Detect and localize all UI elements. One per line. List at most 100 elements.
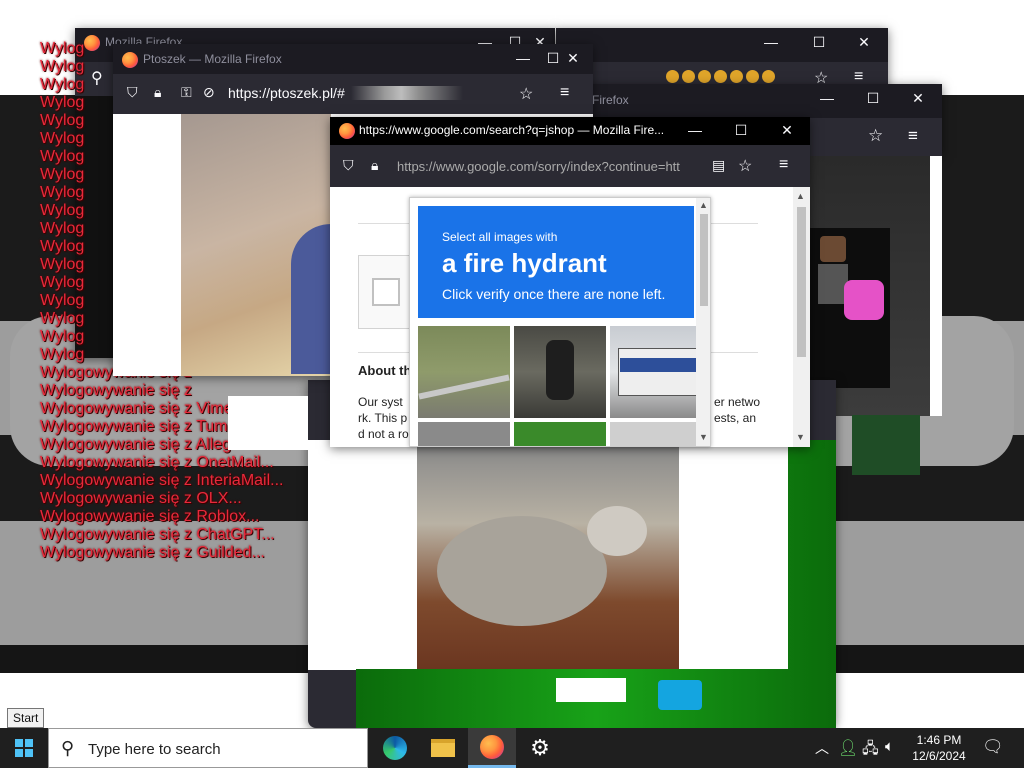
video-thumbnail[interactable] [181, 114, 351, 376]
minimize-icon[interactable]: — [756, 28, 786, 56]
character-head [820, 236, 846, 262]
taskbar-search-box[interactable]: ⚲ Type here to search [48, 728, 368, 768]
scrollbar-thumb[interactable] [797, 207, 806, 357]
logout-line: Wylogowywanie się z Guilded... [40, 544, 265, 561]
logout-line: Wylog [40, 328, 85, 345]
shield-icon[interactable]: ⛉ [343, 157, 354, 174]
settings-gear-icon[interactable]: ⚙ [516, 728, 564, 768]
firefox-logo-icon [339, 123, 355, 139]
logout-line: Wylog [40, 274, 85, 291]
close-icon[interactable]: ✕ [903, 84, 933, 112]
menu-icon[interactable]: ≡ [908, 126, 918, 146]
blue-button[interactable] [658, 680, 702, 710]
close-icon[interactable]: ✕ [558, 44, 588, 72]
captcha-challenge-popup[interactable]: Select all images with a fire hydrant Cl… [409, 197, 711, 447]
edge-icon[interactable] [371, 728, 419, 768]
url-text[interactable]: https://ptoszek.pl/# [228, 85, 345, 101]
minimize-icon[interactable]: — [508, 44, 538, 72]
page-scrollbar[interactable]: ▲ ▼ [793, 187, 810, 447]
permissions-icon[interactable]: ⚿ [181, 84, 192, 101]
volume-icon[interactable]: 🔈︎ [885, 738, 894, 755]
windows-logo-icon [15, 739, 33, 757]
maximize-icon[interactable]: ☐ [804, 28, 834, 56]
logout-line: Wylogowywanie się z [40, 382, 192, 399]
autoplay-blocked-icon[interactable]: ⊘ [203, 84, 215, 101]
logout-line: Wylog [40, 166, 85, 183]
clock-time: 1:46 PM [916, 733, 962, 747]
scroll-up-icon[interactable]: ▲ [796, 191, 805, 201]
recaptcha-box [358, 255, 416, 329]
menu-icon[interactable]: ≡ [560, 84, 569, 102]
folder-shape [431, 739, 455, 757]
firefox-logo-icon [122, 52, 138, 68]
bird-video[interactable] [417, 446, 679, 669]
start-tooltip: Start [7, 708, 45, 728]
menu-icon[interactable]: ≡ [779, 156, 788, 174]
logout-line: Wylog [40, 310, 85, 327]
minimize-icon[interactable]: — [680, 117, 710, 143]
bookmark-star-icon[interactable]: ☆ [868, 126, 883, 146]
about-text-line: rk. This p [358, 411, 408, 425]
scroll-up-icon[interactable]: ▲ [699, 200, 708, 210]
scrollbar-thumb[interactable] [700, 214, 708, 306]
logout-line: Wylog [40, 94, 85, 111]
logout-line: Wylogowywanie się z InteriaMail... [40, 472, 284, 489]
captcha-tile[interactable] [514, 326, 606, 418]
white-panel [228, 396, 308, 450]
logout-line: Wylog [40, 112, 85, 129]
maximize-icon[interactable]: ☐ [858, 84, 888, 112]
people-icon[interactable]: 👤︎ [838, 738, 858, 758]
about-text-line: d not a ro [358, 427, 409, 441]
file-explorer-icon[interactable] [419, 728, 467, 768]
captcha-tile[interactable] [610, 326, 702, 418]
close-icon[interactable]: ✕ [772, 117, 802, 143]
logout-line: Wylogowywanie się z Tum [40, 418, 228, 435]
about-heading: About th [358, 363, 412, 378]
logout-line: Wylogowywanie się z OnetMail... [40, 454, 274, 471]
scroll-down-icon[interactable]: ▼ [796, 432, 805, 442]
pink-logo-shape [844, 280, 884, 320]
logout-line: Wylog [40, 346, 85, 363]
motorcycle-shape [546, 340, 574, 400]
firefox-taskbar-icon[interactable] [468, 728, 516, 768]
scroll-down-icon[interactable]: ▼ [699, 432, 708, 442]
notifications-icon[interactable]: 🗨︎ [982, 737, 1004, 757]
bird-head [587, 506, 647, 556]
close-icon[interactable]: ✕ [849, 28, 879, 56]
bookmark-star-icon[interactable]: ☆ [738, 156, 752, 176]
captcha-tile[interactable] [418, 326, 510, 418]
reader-view-icon[interactable]: ▤ [712, 157, 725, 174]
captcha-instruction: Click verify once there are none left. [442, 286, 666, 302]
logout-line: Wylog [40, 58, 85, 75]
lock-icon[interactable]: 🔒︎ [154, 84, 161, 101]
maximize-icon[interactable]: ☐ [726, 117, 756, 143]
logout-line: Wylogowywanie się z Alleg [40, 436, 232, 453]
about-text-line: Our syst [358, 395, 403, 409]
clock-date: 12/6/2024 [912, 749, 966, 763]
logout-line: Wylog [40, 220, 85, 237]
search-placeholder: Type here to search [88, 741, 221, 758]
clock[interactable]: 1:46 PM 12/6/2024 [900, 732, 978, 764]
about-text-line: er netwo [714, 395, 761, 409]
url-bar[interactable]: https://www.google.com/sorry/index?conti… [397, 159, 709, 174]
captcha-tile[interactable] [418, 422, 510, 446]
window-title: Ptoszek — Mozilla Firefox [143, 52, 282, 66]
logout-line: Wylogowywanie się z Vime [40, 400, 233, 417]
bus-shape [618, 348, 698, 396]
network-icon[interactable]: 🖧︎ [862, 738, 879, 763]
minimize-icon[interactable]: — [812, 84, 842, 112]
navigation-toolbar: ⛉ 🔒︎ https://www.google.com/sorry/index?… [330, 145, 810, 187]
captcha-tile[interactable] [610, 422, 702, 446]
lock-icon[interactable]: 🔒︎ [371, 157, 378, 174]
start-button[interactable] [0, 728, 48, 768]
bookmark-star-icon[interactable]: ☆ [519, 84, 533, 104]
logout-line: Wylog [40, 148, 85, 165]
logout-line: Wylogowywanie się z OLX... [40, 490, 242, 507]
show-hidden-icons-chevron-icon[interactable]: ︿ [815, 738, 829, 758]
video-page [308, 446, 788, 669]
captcha-tile[interactable] [514, 422, 606, 446]
popup-scrollbar[interactable]: ▲ ▼ [696, 198, 710, 446]
recaptcha-checkbox[interactable] [372, 278, 400, 306]
shield-icon[interactable]: ⛉ [127, 84, 138, 101]
window-titlebar[interactable]: https://www.google.com/search?q=jshop — … [330, 117, 810, 145]
